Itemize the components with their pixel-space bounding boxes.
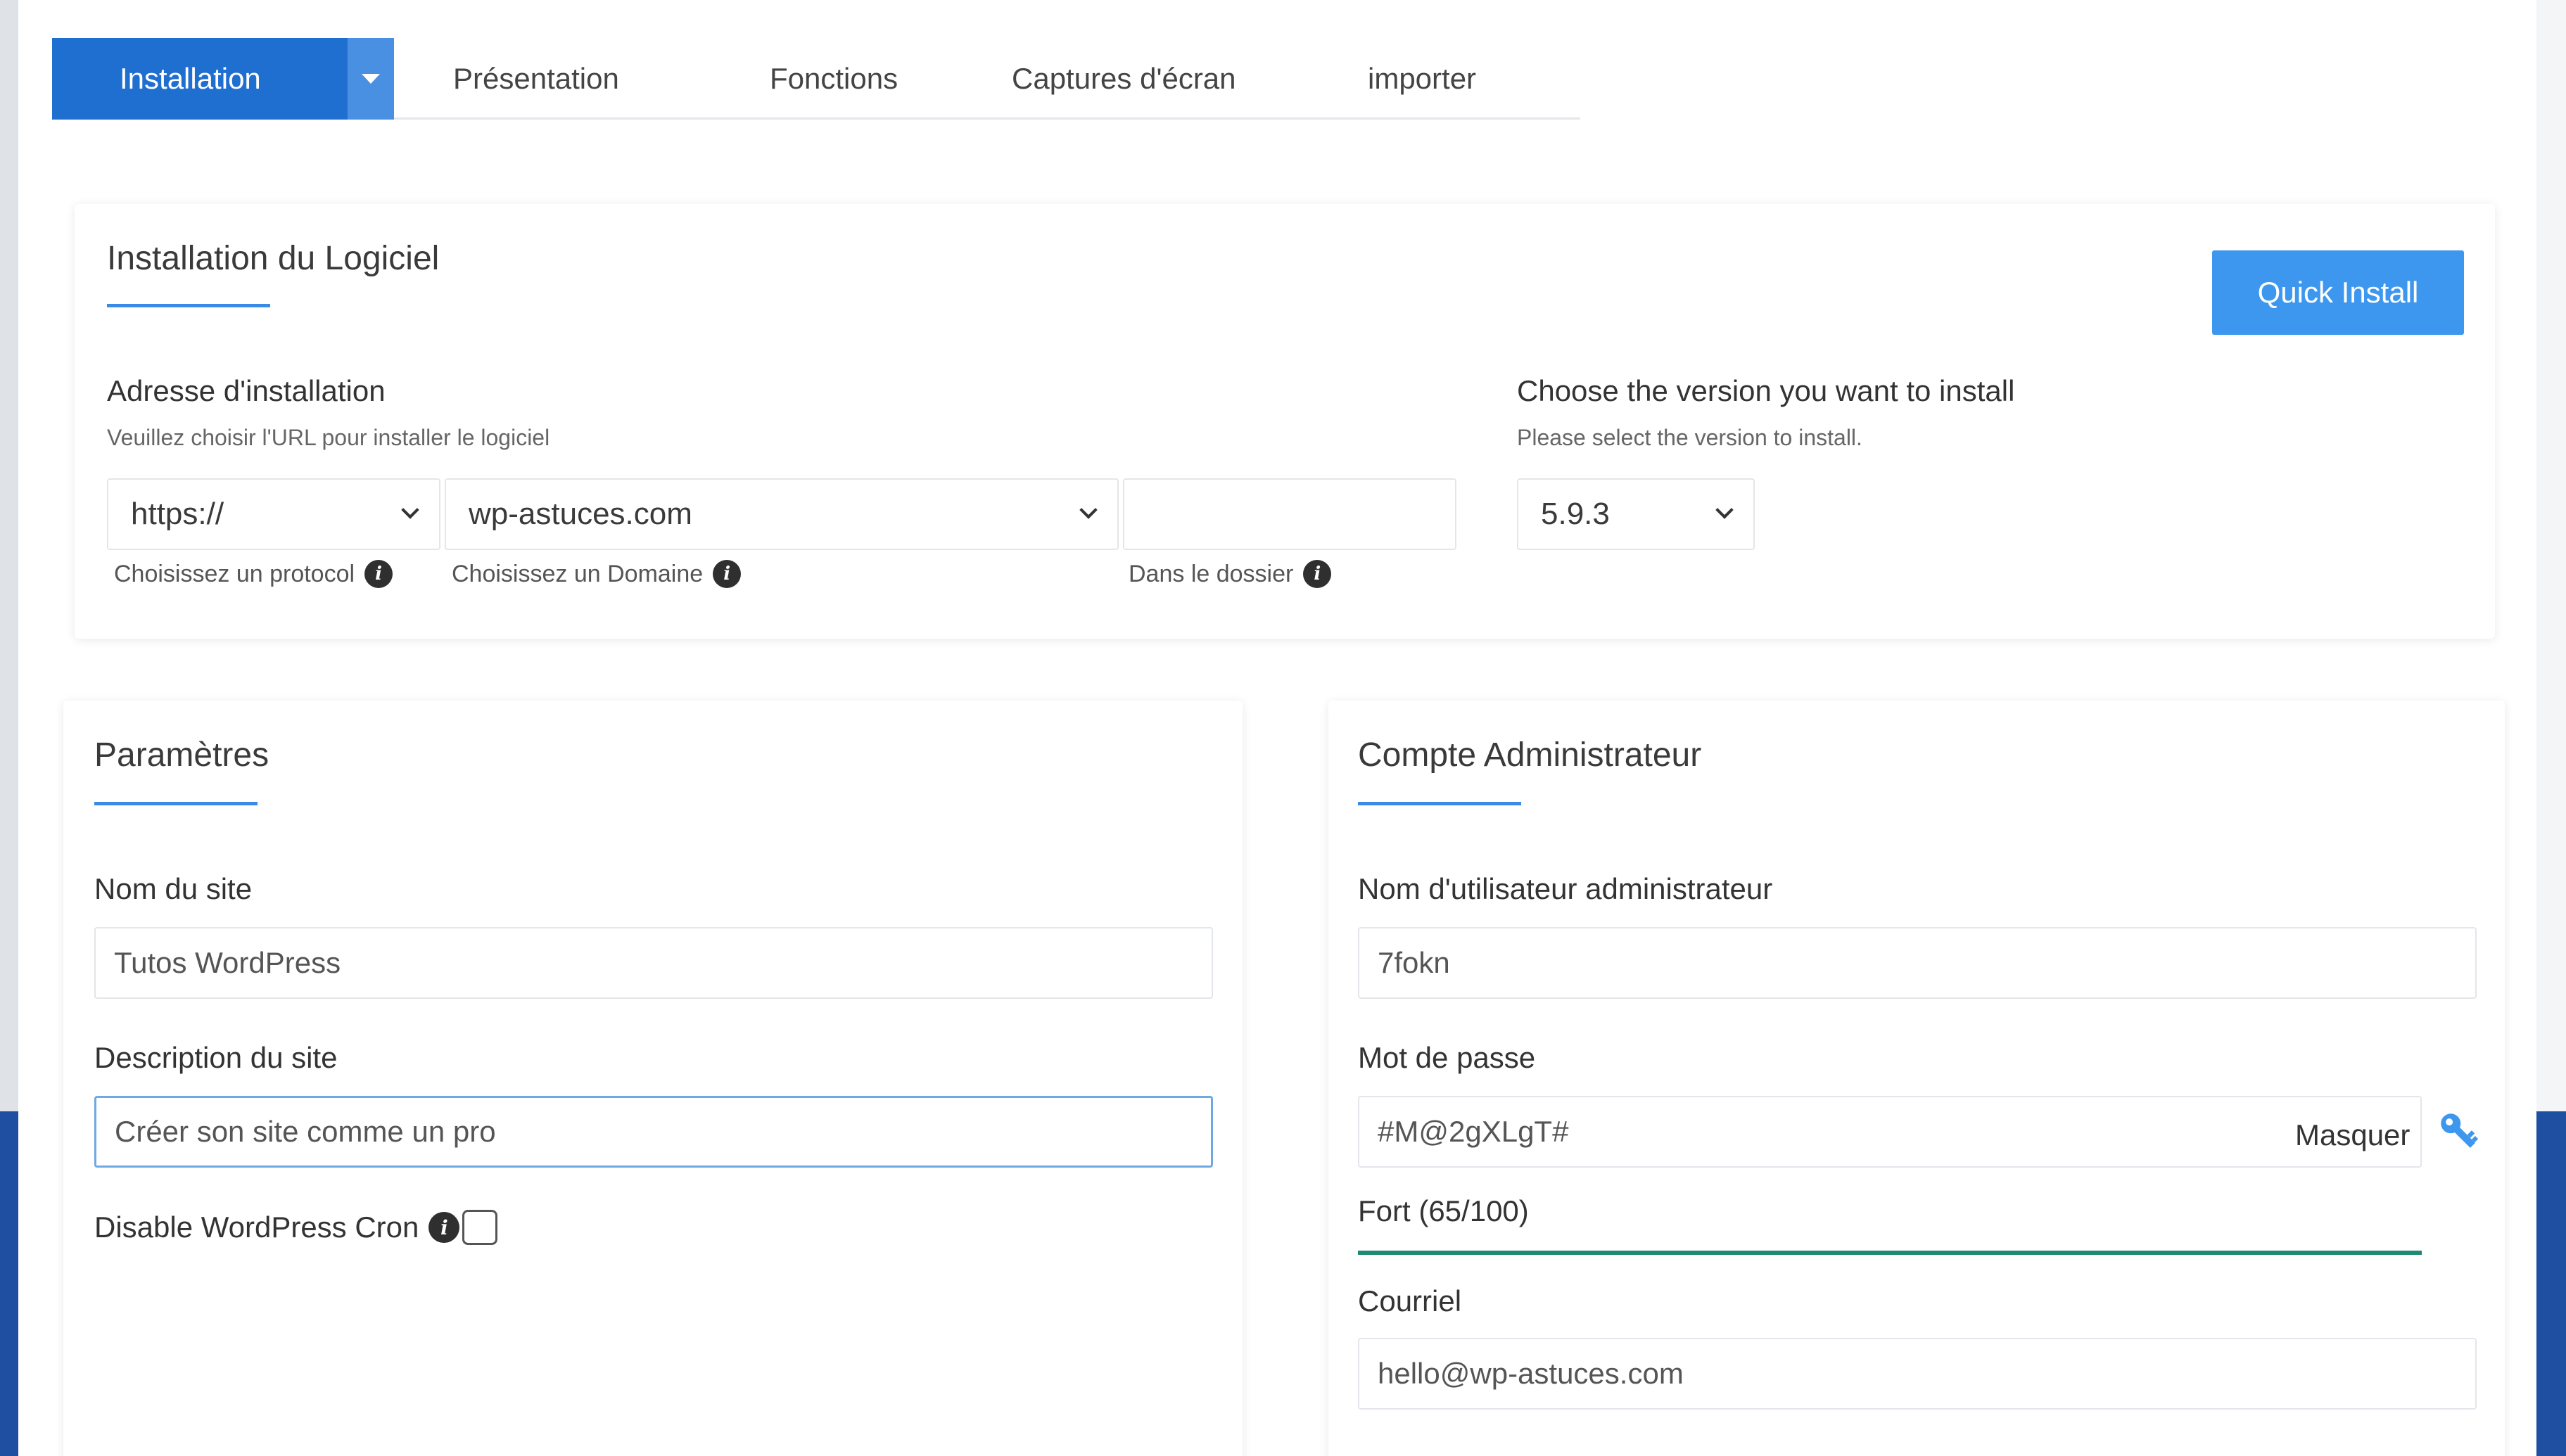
folder-input[interactable] [1123, 478, 1456, 550]
admin-title: Compte Administrateur [1358, 736, 1702, 774]
right-border-accent [2536, 1111, 2566, 1456]
domain-hint-label: Choisissez un Domaine [452, 560, 704, 587]
domain-select[interactable]: wp-astuces.com [445, 478, 1119, 550]
params-card [63, 701, 1243, 1456]
admin-username-label: Nom d'utilisateur administrateur [1358, 872, 1773, 905]
cron-label: Disable WordPress Cron [94, 1211, 419, 1244]
version-label: Choose the version you want to install [1517, 374, 2015, 407]
email-label: Courriel [1358, 1284, 1462, 1317]
tab-bar: Installation Présentation Fonctions Capt… [52, 38, 1580, 120]
chevron-down-icon [401, 501, 419, 519]
key-icon[interactable] [2436, 1109, 2484, 1156]
install-address-help: Veuillez choisir l'URL pour installer le… [107, 425, 550, 450]
protocol-select[interactable]: https:// [107, 478, 440, 550]
tab-importer[interactable]: importer [1368, 38, 1476, 120]
info-icon[interactable]: i [364, 560, 393, 588]
left-border [0, 0, 18, 1111]
password-strength-label: Fort (65/100) [1358, 1194, 1529, 1227]
chevron-down-icon [1715, 501, 1734, 519]
cron-option: Disable WordPress Cron i [94, 1210, 498, 1245]
password-strength-bar [1358, 1251, 2422, 1255]
folder-hint-label: Dans le dossier [1129, 560, 1294, 587]
domain-hint: Choisissez un Domaine i [452, 560, 742, 588]
info-icon[interactable]: i [428, 1212, 460, 1243]
software-install-title: Installation du Logiciel [107, 240, 440, 277]
tab-captures[interactable]: Captures d'écran [1012, 38, 1236, 120]
title-underline [1358, 802, 1521, 805]
site-desc-input[interactable]: Créer son site comme un pro [94, 1096, 1213, 1168]
email-input[interactable]: hello@wp-astuces.com [1358, 1338, 2477, 1410]
protocol-hint: Choisissez un protocol i [114, 560, 393, 588]
protocol-hint-label: Choisissez un protocol [114, 560, 355, 587]
right-border [2536, 0, 2566, 1111]
password-label: Mot de passe [1358, 1041, 1536, 1074]
tab-installation[interactable]: Installation [52, 38, 394, 120]
version-select[interactable]: 5.9.3 [1517, 478, 1755, 550]
tab-installation-dropdown[interactable] [348, 38, 394, 120]
site-desc-label: Description du site [94, 1041, 338, 1074]
version-help: Please select the version to install. [1517, 425, 1862, 450]
password-input[interactable]: #M@2gXLgT# [1358, 1096, 2422, 1168]
params-title: Paramètres [94, 736, 269, 774]
info-icon[interactable]: i [713, 560, 742, 588]
info-icon[interactable]: i [1303, 560, 1332, 588]
tab-installation-label: Installation [120, 62, 261, 95]
hide-password-button[interactable]: Masquer [2295, 1118, 2410, 1152]
installer-page: Installation Présentation Fonctions Capt… [0, 0, 2566, 1456]
domain-value: wp-astuces.com [469, 497, 692, 531]
version-value: 5.9.3 [1541, 497, 1610, 531]
chevron-down-icon [1079, 501, 1098, 519]
tab-presentation[interactable]: Présentation [453, 38, 619, 120]
left-border-accent [0, 1111, 18, 1456]
site-name-label: Nom du site [94, 872, 253, 905]
site-name-input[interactable]: Tutos WordPress [94, 927, 1213, 999]
caret-down-icon [362, 74, 380, 84]
quick-install-button[interactable]: Quick Install [2212, 250, 2464, 335]
title-underline [107, 304, 270, 307]
protocol-value: https:// [131, 497, 224, 531]
admin-username-input[interactable]: 7fokn [1358, 927, 2477, 999]
folder-hint: Dans le dossier i [1129, 560, 1332, 588]
install-address-label: Adresse d'installation [107, 374, 386, 407]
cron-checkbox[interactable] [462, 1210, 498, 1245]
tab-fonctions[interactable]: Fonctions [770, 38, 898, 120]
title-underline [94, 802, 258, 805]
